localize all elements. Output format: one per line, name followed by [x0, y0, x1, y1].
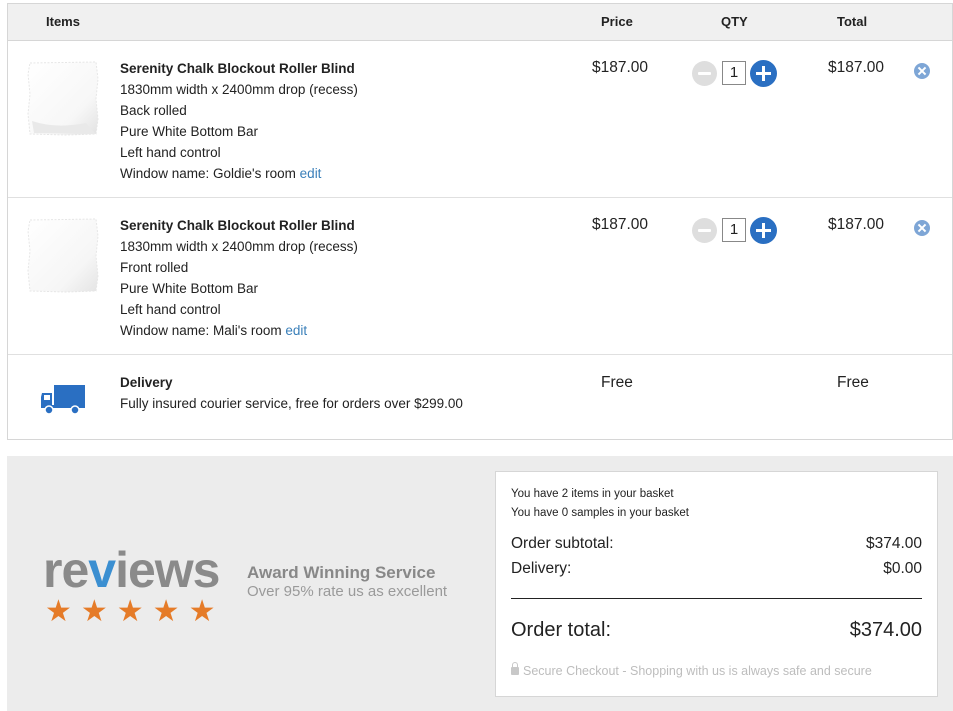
product-description: Serenity Chalk Blockout Roller Blind 183… — [120, 58, 358, 184]
product-title: Serenity Chalk Blockout Roller Blind — [120, 61, 355, 76]
order-total-label: Order total: — [511, 619, 612, 641]
product-bottom-bar: Pure White Bottom Bar — [120, 124, 259, 139]
increase-quantity-button[interactable] — [750, 60, 777, 87]
subtotal-label: Order subtotal: — [511, 535, 614, 552]
header-items: Items — [46, 14, 80, 29]
basket-table: Items Price QTY Total Serenity Chalk Blo… — [7, 3, 953, 440]
table-row: Serenity Chalk Blockout Roller Blind 183… — [8, 198, 952, 355]
product-bottom-bar: Pure White Bottom Bar — [120, 281, 259, 296]
product-description: Serenity Chalk Blockout Roller Blind 183… — [120, 215, 358, 341]
delivery-text: Fully insured courier service, free for … — [120, 396, 463, 411]
basket-table-header: Items Price QTY Total — [8, 4, 952, 41]
product-size: 1830mm width x 2400mm drop (recess) — [120, 239, 358, 254]
items-count-note: You have 2 items in your basket — [511, 488, 674, 500]
product-roll: Back rolled — [120, 103, 187, 118]
fabric-swatch-image — [27, 218, 99, 293]
product-control: Left hand control — [120, 302, 221, 317]
delivery-title: Delivery — [120, 375, 173, 390]
window-name-text: Window name: Mali's room — [120, 323, 282, 338]
fabric-swatch-image — [27, 61, 99, 136]
basket-footer: reviews ★★★★★ Award Winning Service Over… — [7, 456, 953, 711]
reviews-logo: reviews — [43, 541, 220, 599]
delivery-price: Free — [601, 374, 633, 391]
lock-icon — [511, 662, 519, 675]
award-title: Award Winning Service — [247, 563, 436, 582]
item-price: $187.00 — [592, 216, 649, 233]
delivery-total: Free — [837, 374, 869, 391]
decrease-quantity-button[interactable] — [692, 218, 717, 243]
order-summary: You have 2 items in your basket You have… — [495, 471, 938, 697]
header-price: Price — [601, 14, 633, 29]
quantity-input[interactable]: 1 — [722, 218, 746, 242]
order-total-value: $374.00 — [849, 619, 922, 641]
quantity-stepper: 1 — [692, 215, 782, 245]
remove-item-icon[interactable] — [914, 63, 930, 79]
item-total: $187.00 — [828, 216, 885, 233]
table-row: Serenity Chalk Blockout Roller Blind 183… — [8, 41, 952, 198]
secure-checkout-text: Secure Checkout - Shopping with us is al… — [523, 664, 872, 678]
decrease-quantity-button[interactable] — [692, 61, 717, 86]
header-qty: QTY — [721, 14, 748, 29]
product-control: Left hand control — [120, 145, 221, 160]
remove-item-icon[interactable] — [914, 220, 930, 236]
product-title: Serenity Chalk Blockout Roller Blind — [120, 218, 355, 233]
subtotal-value: $374.00 — [865, 535, 922, 552]
delivery-row: Delivery Fully insured courier service, … — [8, 355, 952, 441]
delivery-value: $0.00 — [883, 560, 922, 577]
star-rating: ★★★★★ — [45, 595, 225, 628]
window-name-text: Window name: Goldie's room — [120, 166, 296, 181]
summary-divider — [511, 598, 922, 599]
quantity-stepper: 1 — [692, 58, 782, 88]
increase-quantity-button[interactable] — [750, 217, 777, 244]
quantity-input[interactable]: 1 — [722, 61, 746, 85]
product-size: 1830mm width x 2400mm drop (recess) — [120, 82, 358, 97]
reviews-logo-v: v — [88, 542, 116, 598]
award-subtitle: Over 95% rate us as excellent — [247, 583, 448, 600]
product-roll: Front rolled — [120, 260, 189, 275]
truck-icon — [41, 385, 85, 415]
edit-link[interactable]: edit — [300, 166, 322, 181]
item-price: $187.00 — [592, 59, 649, 76]
edit-link[interactable]: edit — [285, 323, 307, 338]
samples-count-note: You have 0 samples in your basket — [511, 507, 689, 519]
secure-checkout-note: Secure Checkout - Shopping with us is al… — [511, 662, 872, 678]
delivery-description: Delivery Fully insured courier service, … — [120, 372, 463, 414]
header-total: Total — [837, 14, 868, 29]
product-window-name: Window name: Mali's room edit — [120, 320, 358, 341]
product-window-name: Window name: Goldie's room edit — [120, 163, 358, 184]
delivery-label: Delivery: — [511, 560, 572, 577]
reviews-logo-part: re — [43, 542, 89, 598]
reviews-logo-part: iews — [115, 542, 220, 598]
item-total: $187.00 — [828, 59, 885, 76]
